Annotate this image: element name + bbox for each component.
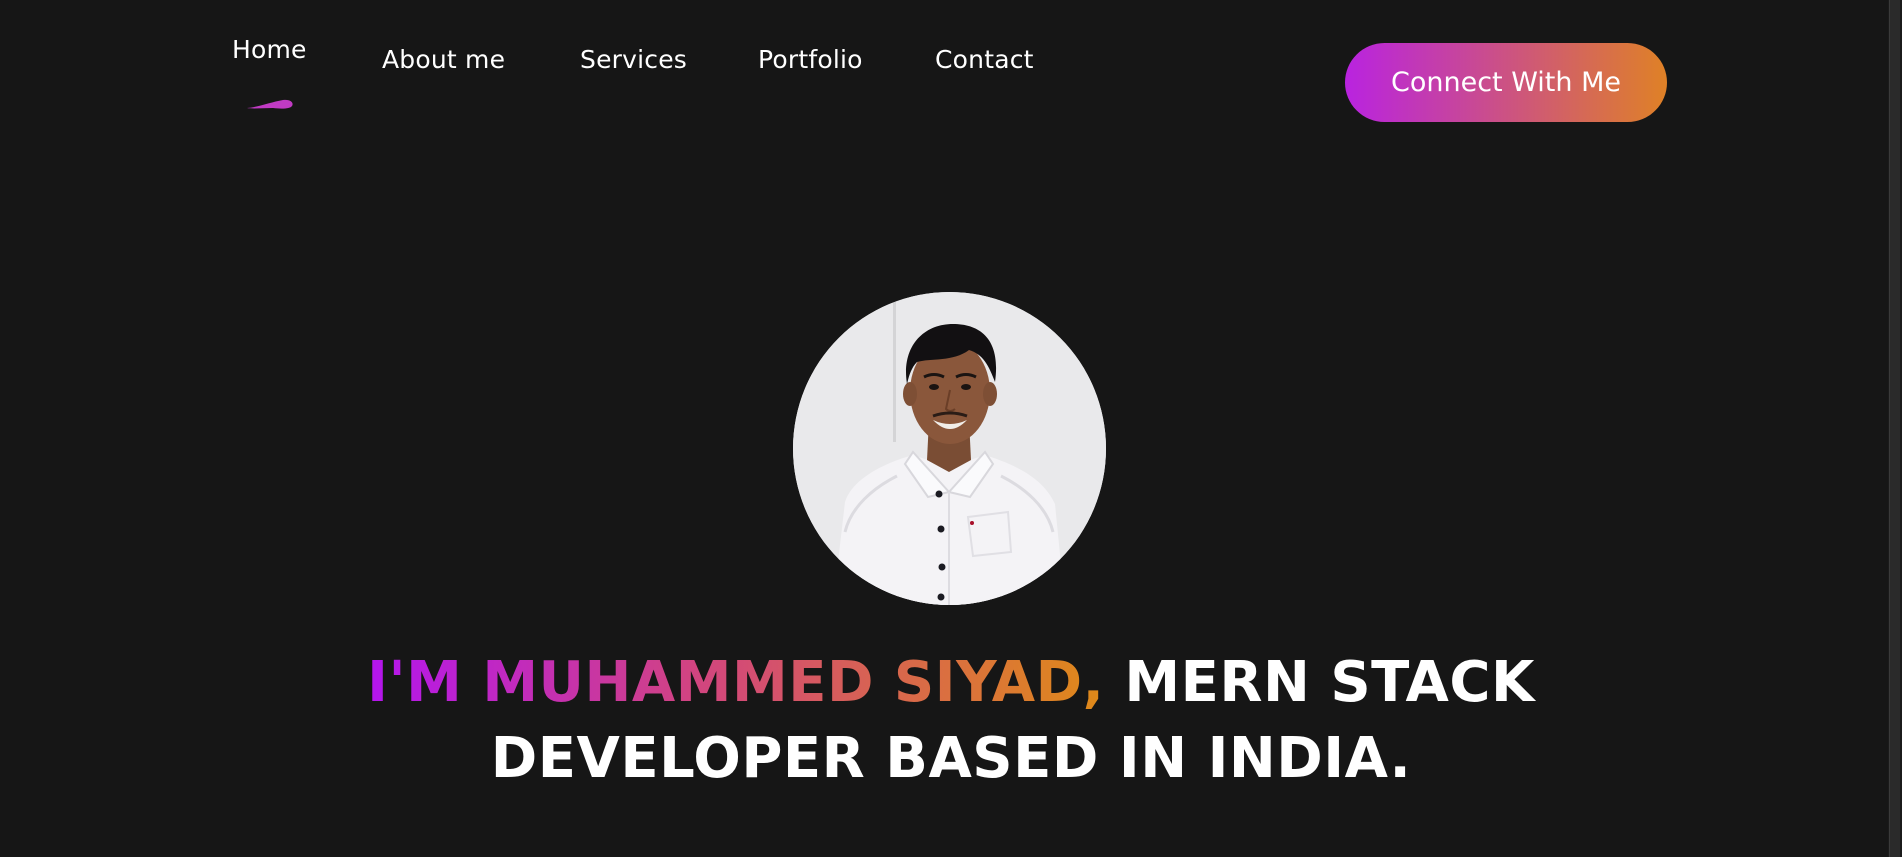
profile-avatar (793, 292, 1106, 605)
hero-headline-line1-rest: MERN STACK (1104, 650, 1535, 715)
scrollbar-thumb[interactable] (1889, 0, 1900, 857)
nav-home-link[interactable]: Home (232, 35, 307, 64)
hero-name-highlight: I'M MUHAMMED SIYAD, (367, 650, 1105, 715)
page-scrollbar[interactable] (1888, 0, 1902, 857)
hero-headline: I'M MUHAMMED SIYAD, MERN STACK DEVELOPER… (0, 645, 1902, 797)
hero-headline-line2: DEVELOPER BASED IN INDIA. (490, 726, 1412, 791)
active-indicator-icon (247, 99, 293, 109)
connect-button-label: Connect With Me (1390, 67, 1621, 98)
nav-contact-link[interactable]: Contact (935, 45, 1034, 74)
navbar: Home About me Services Portfolio Contact… (0, 0, 1902, 150)
connect-with-me-button[interactable]: Connect With Me (1345, 43, 1667, 122)
nav-services-link[interactable]: Services (580, 45, 687, 74)
nav-portfolio-link[interactable]: Portfolio (758, 45, 863, 74)
profile-photo-icon (793, 292, 1106, 605)
nav-about-link[interactable]: About me (382, 45, 505, 74)
